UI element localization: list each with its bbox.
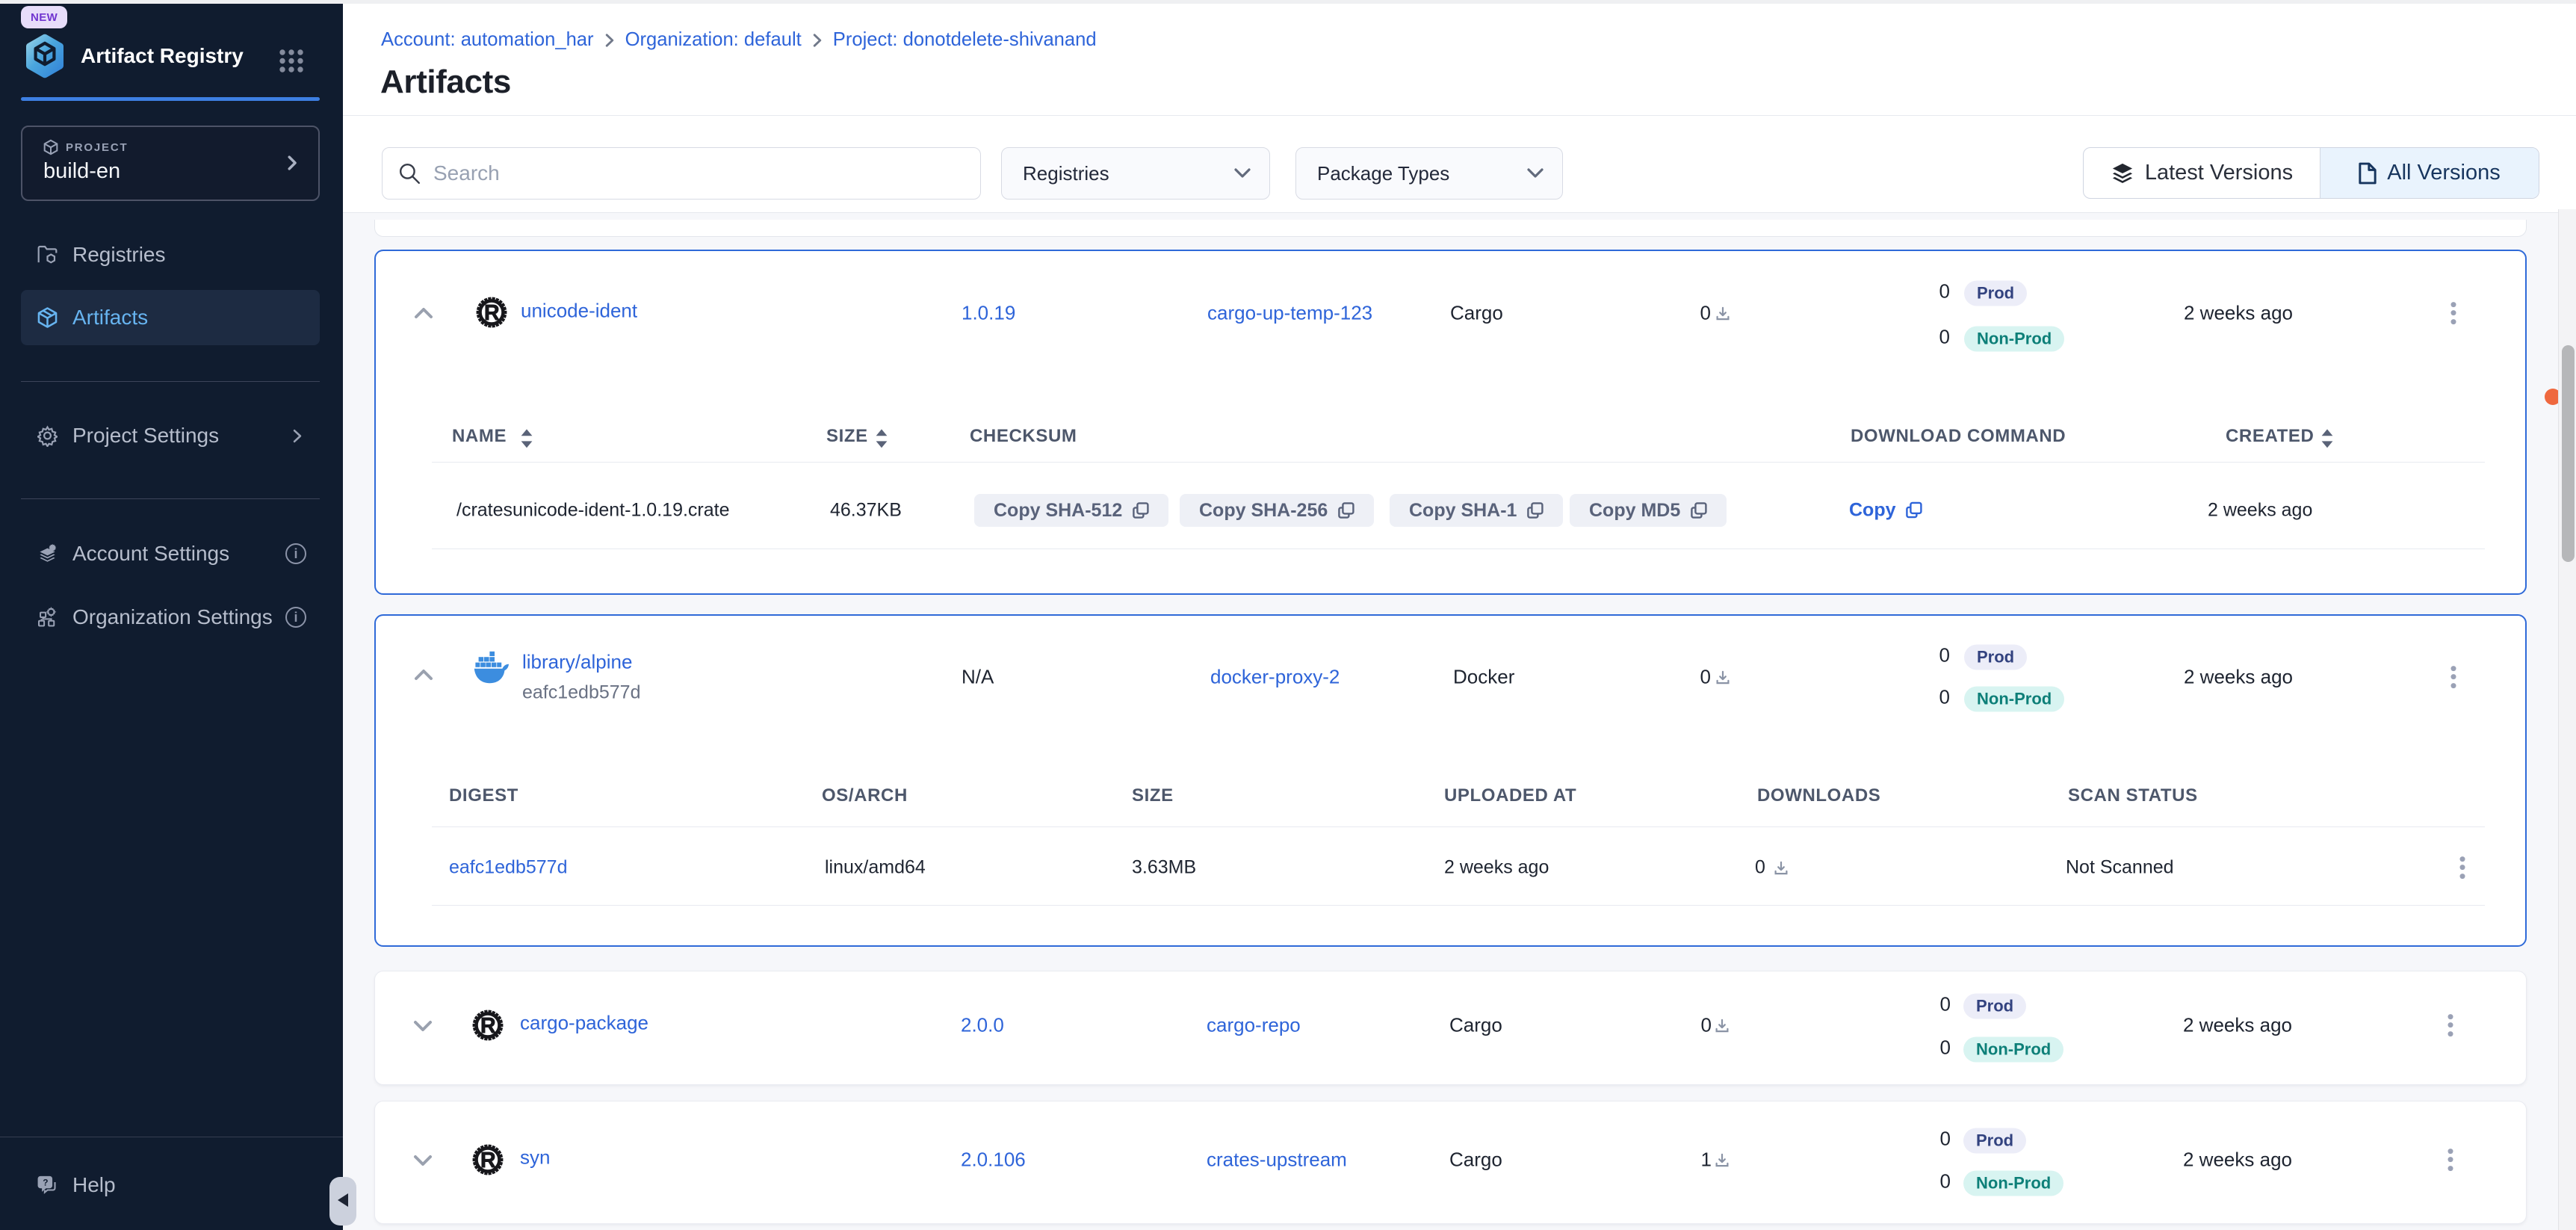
svg-text:?: ? [43,1177,48,1187]
